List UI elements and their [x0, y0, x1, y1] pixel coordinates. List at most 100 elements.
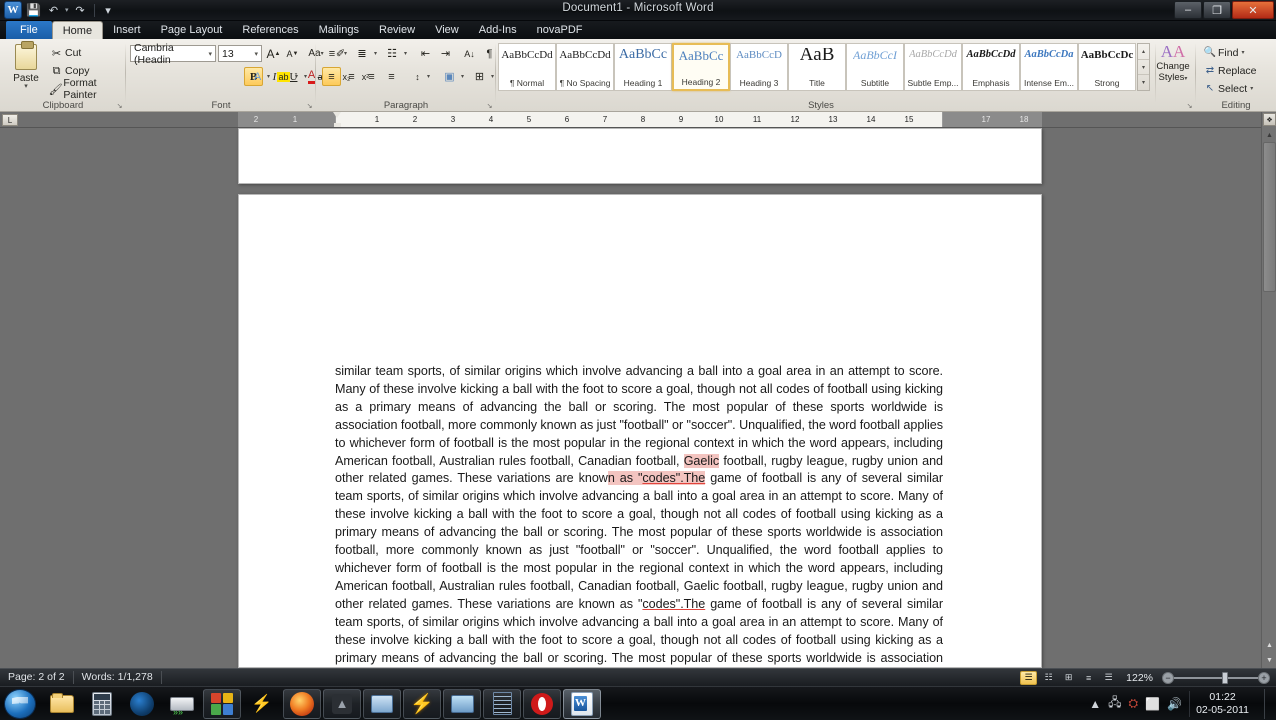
styles-more-icon[interactable]: ▾ [1138, 75, 1149, 90]
winamp-icon[interactable]: ⚡ [403, 688, 441, 719]
styles-scroll-up-icon[interactable]: ▴ [1138, 44, 1149, 60]
find-dropdown-icon[interactable]: ▾ [1241, 49, 1244, 56]
horizontal-ruler[interactable]: 2 1 1 2 3 4 5 6 7 8 9 10 11 12 13 14 15 … [238, 112, 1042, 127]
zoom-in-button[interactable]: + [1258, 671, 1270, 684]
increase-indent-button[interactable]: ⇥ [436, 44, 455, 63]
windows-explorer-icon[interactable] [43, 689, 81, 719]
borders-button[interactable]: ⊞ [470, 67, 489, 86]
display-icon[interactable]: ⬜ [1145, 697, 1160, 711]
lightning-icon[interactable]: ⚡ [243, 689, 281, 719]
tab-stop-selector[interactable]: L [2, 114, 18, 126]
tab-add-ins[interactable]: Add-Ins [469, 21, 527, 39]
style-subtle-emphasis[interactable]: AaBbCcDd Subtle Emp... [904, 43, 962, 91]
style-intense-emphasis[interactable]: AaBbCcDa Intense Em... [1020, 43, 1078, 91]
style-emphasis[interactable]: AaBbCcDd Emphasis [962, 43, 1020, 91]
show-desktop-button[interactable] [1264, 688, 1272, 719]
paste-button[interactable]: Paste ▾ [6, 41, 46, 100]
view-print-layout-button[interactable]: ☰ [1020, 670, 1038, 685]
align-left-button[interactable]: ≡ [322, 67, 341, 86]
tab-references[interactable]: References [232, 21, 308, 39]
style-heading-3[interactable]: AaBbCcD Heading 3 [730, 43, 788, 91]
tab-view[interactable]: View [425, 21, 469, 39]
security-icon[interactable]: ⛭ [1129, 696, 1139, 711]
align-right-button[interactable]: ≡ [362, 67, 381, 86]
scroll-down-arrow-icon[interactable]: ▼ [1263, 654, 1276, 667]
styles-scroll-down-icon[interactable]: ▾ [1138, 60, 1149, 76]
close-button[interactable]: ✕ [1232, 1, 1274, 19]
show-hidden-icons-icon[interactable]: ▲ [1089, 697, 1101, 711]
microsoft-word-icon[interactable] [563, 688, 601, 719]
styles-gallery-scroller[interactable]: ▴ ▾ ▾ [1137, 43, 1150, 91]
tab-review[interactable]: Review [369, 21, 425, 39]
numbering-button[interactable]: ≣ [352, 44, 372, 63]
document-page-2[interactable]: similar team sports, of similar origins … [238, 194, 1042, 668]
calculator-icon[interactable] [83, 689, 121, 719]
firefox-icon[interactable] [283, 688, 321, 719]
zoom-slider-handle[interactable] [1222, 671, 1228, 684]
paste-dropdown-icon[interactable]: ▾ [24, 83, 28, 90]
dark-app-icon[interactable]: ▲ [323, 688, 361, 719]
network-icon[interactable]: 🖧 [1108, 693, 1121, 714]
justify-button[interactable]: ≡ [382, 67, 401, 86]
view-draft-button[interactable]: ☰ [1100, 671, 1117, 685]
document-body-text[interactable]: similar team sports, of similar origins … [335, 363, 943, 668]
tab-home[interactable]: Home [51, 21, 104, 40]
numbering-dropdown-icon[interactable]: ▾ [371, 44, 380, 63]
view-full-screen-reading-button[interactable]: ☷ [1040, 671, 1057, 685]
format-painter-button[interactable]: 🖌 Format Painter [48, 77, 126, 101]
zoom-out-button[interactable]: − [1162, 671, 1174, 684]
control-panel-icon[interactable] [443, 688, 481, 719]
cut-button[interactable]: ✂ Cut [48, 44, 81, 62]
replace-button[interactable]: ⇄ Replace [1202, 62, 1257, 79]
shading-dropdown-icon[interactable]: ▾ [458, 67, 467, 86]
scrollbar-thumb[interactable] [1263, 142, 1276, 292]
tab-file[interactable]: File [6, 21, 52, 39]
previous-page-icon[interactable]: ▲ [1263, 639, 1276, 652]
change-styles-caret-icon[interactable]: ▾ [1184, 76, 1187, 82]
decrease-indent-button[interactable]: ⇤ [416, 44, 435, 63]
style-normal[interactable]: AaBbCcDd ¶ Normal [498, 43, 556, 91]
word-count-status[interactable]: Words: 1/1,278 [74, 671, 162, 684]
volume-icon[interactable]: 🔊 [1167, 697, 1182, 711]
minimize-button[interactable]: – [1174, 1, 1202, 19]
tab-mailings[interactable]: Mailings [309, 21, 369, 39]
media-burner-icon[interactable] [363, 688, 401, 719]
sort-button[interactable]: A↓ [460, 44, 479, 63]
style-title[interactable]: AaB Title [788, 43, 846, 91]
font-name-dropdown-icon[interactable]: ▾ [205, 50, 215, 58]
shading-button[interactable]: ▣ [440, 67, 459, 86]
multilevel-dropdown-icon[interactable]: ▾ [401, 44, 410, 63]
tab-novapdf[interactable]: novaPDF [527, 21, 593, 39]
bullets-dropdown-icon[interactable]: ▾ [341, 44, 350, 63]
view-outline-button[interactable]: ≡ [1080, 671, 1097, 685]
vertical-scrollbar[interactable]: ❖ ▲ ▲ ▼ [1261, 112, 1276, 668]
align-center-button[interactable]: ≡ [342, 67, 361, 86]
scroll-up-arrow-icon[interactable]: ▲ [1264, 130, 1275, 140]
zoom-level-label[interactable]: 122% [1120, 672, 1159, 684]
taskbar-clock[interactable]: 01:22 02-05-2011 [1189, 690, 1257, 717]
disk-stack-icon[interactable] [163, 689, 201, 719]
paragraph-dialog-launcher[interactable]: ↘ [485, 102, 494, 111]
restore-button[interactable]: ❐ [1203, 1, 1231, 19]
notepad-icon[interactable] [483, 688, 521, 719]
select-button[interactable]: ↖ Select ▾ [1202, 80, 1253, 97]
style-no-spacing[interactable]: AaBbCcDd ¶ No Spacing [556, 43, 614, 91]
multilevel-list-button[interactable]: ☷ [382, 44, 402, 63]
tab-insert[interactable]: Insert [103, 21, 151, 39]
firefox-orb-icon[interactable] [123, 689, 161, 719]
opera-icon[interactable] [523, 688, 561, 719]
start-button-icon[interactable] [4, 688, 36, 719]
style-strong[interactable]: AaBbCcDc Strong [1078, 43, 1136, 91]
split-window-button[interactable]: ❖ [1263, 113, 1276, 126]
office-suite-icon[interactable] [203, 688, 241, 719]
text-effects-dropdown-icon[interactable]: ▾ [264, 67, 273, 86]
styles-dialog-launcher[interactable]: ↘ [1185, 102, 1194, 111]
document-canvas[interactable]: similar team sports, of similar origins … [0, 128, 1276, 668]
change-styles-button[interactable]: AA Change Styles▾ [1150, 43, 1196, 85]
style-heading-1[interactable]: AaBbCc Heading 1 [614, 43, 672, 91]
font-name-combo[interactable]: Cambria (Headin ▾ [130, 42, 216, 66]
highlight-dropdown-icon[interactable]: ▾ [292, 67, 301, 86]
tab-page-layout[interactable]: Page Layout [151, 21, 233, 39]
style-heading-2[interactable]: AaBbCc Heading 2 [672, 43, 730, 91]
view-web-layout-button[interactable]: ⊞ [1060, 671, 1077, 685]
